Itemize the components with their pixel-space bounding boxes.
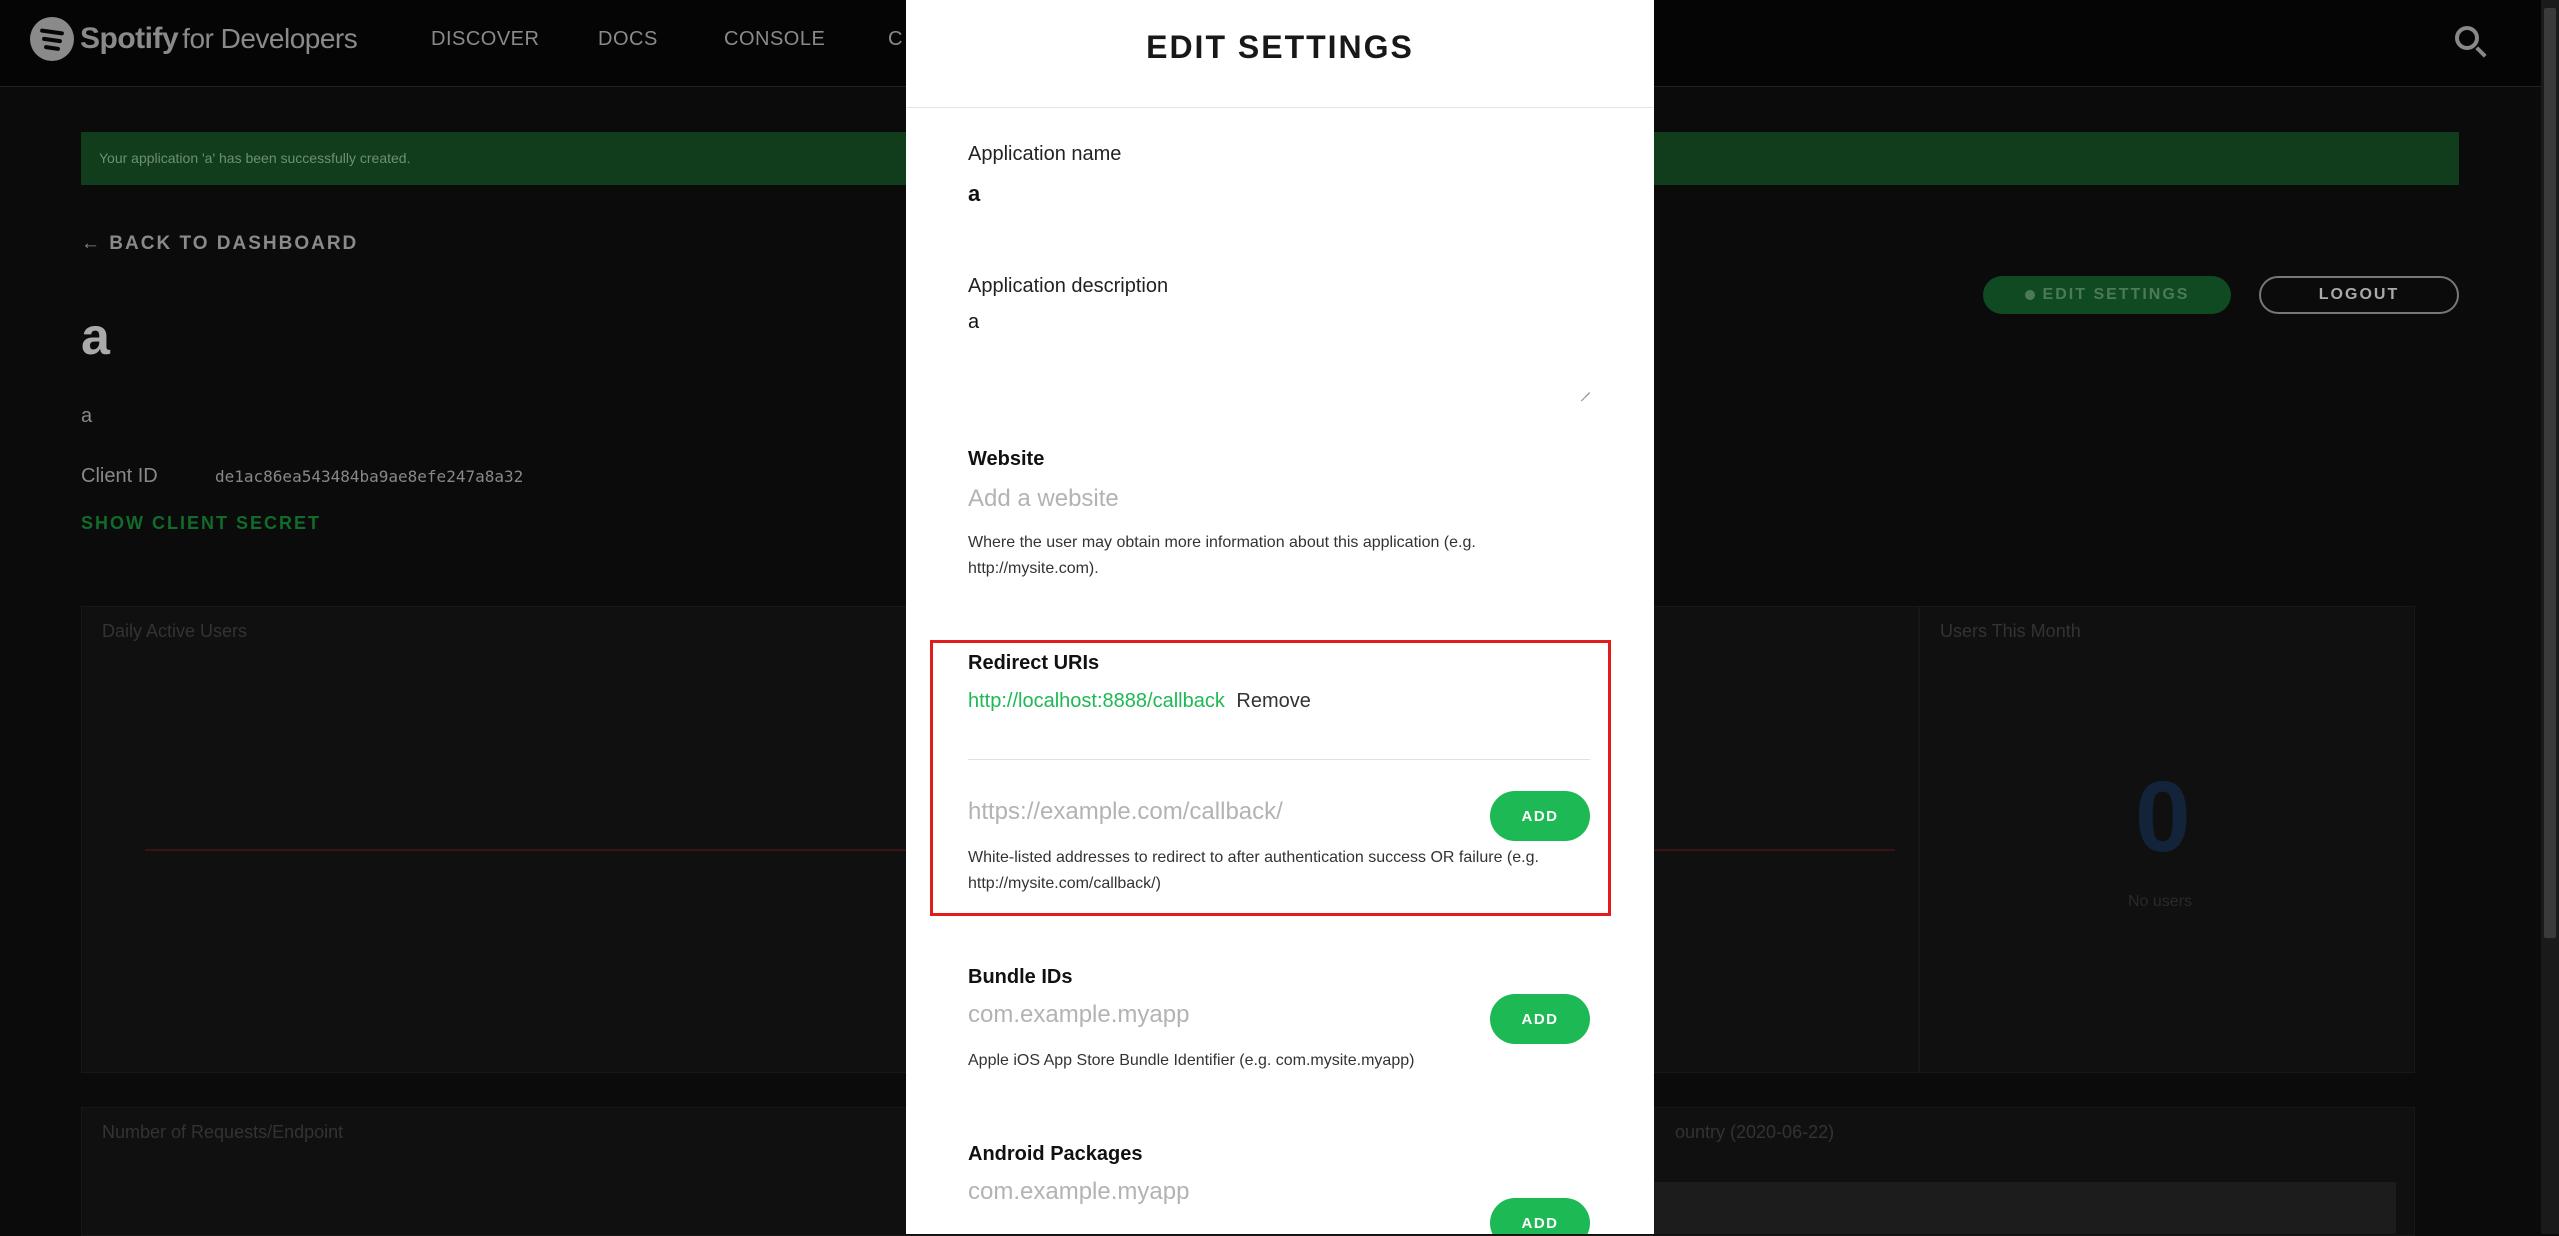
spotify-developers-logo[interactable]: Spotify for Developers (30, 16, 358, 62)
search-icon[interactable] (2455, 26, 2479, 50)
logout-button[interactable]: LOGOUT (2259, 276, 2459, 314)
back-to-dashboard-label: BACK TO DASHBOARD (109, 233, 359, 254)
nav-docs[interactable]: DOCS (598, 28, 658, 51)
dot-icon (2024, 290, 2035, 300)
modal-header: EDIT SETTINGS (906, 0, 1654, 108)
country-map (1654, 1182, 2396, 1234)
app-description-value: a (968, 311, 980, 333)
success-banner-text: Your application 'a' has been successful… (99, 150, 411, 166)
users-this-month-value: 0 (2135, 761, 2191, 873)
add-android-package-button[interactable]: ADD (1490, 1198, 1590, 1234)
website-input[interactable] (968, 485, 1588, 513)
app-title: a (81, 308, 110, 366)
bundle-ids-label: Bundle IDs (968, 966, 1073, 988)
country-panel-title: ountry (2020-06-22) (1675, 1122, 1835, 1142)
requests-panel-title: Number of Requests/Endpoint (102, 1122, 344, 1142)
android-package-input[interactable] (968, 1178, 1448, 1206)
page-scrollbar-thumb[interactable] (2544, 8, 2556, 938)
modal-title: EDIT SETTINGS (1146, 29, 1414, 65)
logo-suffix: for Developers (182, 23, 358, 54)
android-packages-label: Android Packages (968, 1143, 1143, 1165)
logo-brand: Spotify (80, 22, 179, 55)
show-client-secret-link[interactable]: SHOW CLIENT SECRET (81, 513, 321, 534)
app-name-input[interactable]: a (968, 181, 980, 207)
back-to-dashboard-link[interactable]: ← BACK TO DASHBOARD (81, 233, 358, 255)
spotify-logo-icon (30, 17, 74, 61)
add-bundle-id-button[interactable]: ADD (1490, 994, 1590, 1044)
redirect-uris-highlight-box (930, 640, 1611, 916)
client-id-value: de1ac86ea543484ba9ae8efe247a8a32 (215, 467, 524, 486)
edit-settings-label: EDIT SETTINGS (2042, 286, 2190, 303)
app-name-label: Application name (968, 143, 1122, 165)
website-help-text: Where the user may obtain more informati… (968, 534, 1476, 577)
bundle-id-input[interactable] (968, 1001, 1448, 1029)
edit-settings-button[interactable]: EDIT SETTINGS (1983, 276, 2231, 314)
users-this-month-title: Users This Month (1940, 621, 2081, 641)
bundle-help-text: Apple iOS App Store Bundle Identifier (e… (968, 1052, 1415, 1069)
nav-community[interactable]: C (888, 28, 903, 51)
edit-settings-modal: EDIT SETTINGS Application name a Applica… (906, 0, 1654, 1234)
client-id-label: Client ID (81, 465, 158, 487)
nav-console[interactable]: CONSOLE (724, 28, 825, 51)
website-label: Website (968, 448, 1045, 470)
resize-handle-icon[interactable] (1580, 383, 1590, 393)
nav-discover[interactable]: DISCOVER (431, 28, 539, 51)
app-description-label: Application description (968, 275, 1169, 297)
arrow-left-icon: ← (81, 233, 102, 254)
daily-active-users-title: Daily Active Users (102, 621, 248, 641)
app-description: a (81, 405, 93, 427)
users-this-month-sub: No users (2128, 893, 2193, 910)
app-description-textarea[interactable]: a (968, 303, 1590, 393)
